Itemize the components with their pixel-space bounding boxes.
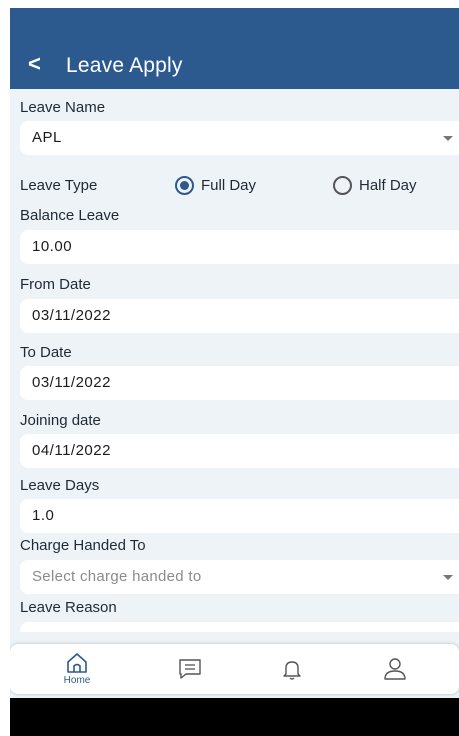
balance-leave-field[interactable]: 10.00 bbox=[20, 230, 459, 264]
user-icon bbox=[384, 658, 406, 680]
leave-type-label: Leave Type bbox=[20, 177, 98, 194]
leave-reason-field[interactable] bbox=[20, 622, 459, 632]
balance-leave-label: Balance Leave bbox=[20, 207, 120, 224]
joining-date-field[interactable]: 04/11/2022 bbox=[20, 434, 459, 468]
charge-handed-to-placeholder: Select charge handed to bbox=[32, 568, 202, 585]
nav-profile[interactable] bbox=[375, 644, 415, 694]
from-date-field[interactable]: 03/11/2022 bbox=[20, 299, 459, 333]
leave-days-value: 1.0 bbox=[32, 507, 55, 524]
from-date-value: 03/11/2022 bbox=[32, 307, 111, 324]
leave-name-dropdown[interactable]: APL bbox=[20, 121, 459, 155]
dropdown-caret-icon bbox=[443, 575, 453, 580]
charge-handed-to-dropdown[interactable]: Select charge handed to bbox=[20, 560, 459, 594]
radio-unselected-icon[interactable] bbox=[333, 176, 352, 195]
leave-name-label: Leave Name bbox=[20, 99, 106, 116]
to-date-value: 03/11/2022 bbox=[32, 374, 111, 391]
home-icon bbox=[67, 653, 87, 673]
nav-home-label: Home bbox=[63, 675, 91, 686]
back-button[interactable]: < bbox=[28, 52, 41, 76]
leave-days-field[interactable]: 1.0 bbox=[20, 499, 459, 533]
nav-home[interactable]: Home bbox=[52, 644, 102, 694]
full-day-label: Full Day bbox=[201, 176, 257, 194]
leave-name-value: APL bbox=[32, 129, 62, 146]
radio-selected-icon[interactable] bbox=[175, 176, 194, 195]
balance-leave-value: 10.00 bbox=[32, 238, 73, 255]
joining-date-value: 04/11/2022 bbox=[32, 442, 111, 459]
app-header: < Leave Apply bbox=[10, 8, 459, 89]
nav-messages[interactable] bbox=[170, 644, 210, 694]
bell-icon bbox=[283, 661, 301, 680]
radio-half-day[interactable]: Half Day bbox=[333, 176, 417, 195]
bottom-nav: Home bbox=[10, 644, 459, 694]
dropdown-caret-icon bbox=[443, 136, 453, 141]
charge-handed-to-label: Charge Handed To bbox=[20, 537, 146, 554]
message-icon bbox=[179, 659, 201, 679]
joining-date-label: Joining date bbox=[20, 412, 101, 429]
system-navigation-bar bbox=[10, 698, 459, 736]
to-date-field[interactable]: 03/11/2022 bbox=[20, 366, 459, 400]
page-title: Leave Apply bbox=[66, 54, 183, 77]
from-date-label: From Date bbox=[20, 276, 91, 293]
leave-days-label: Leave Days bbox=[20, 477, 100, 494]
app-screen: < Leave Apply Leave Name APL Leave Type … bbox=[10, 8, 459, 698]
nav-notifications[interactable] bbox=[272, 644, 312, 694]
radio-full-day[interactable]: Full Day bbox=[175, 176, 256, 195]
leave-reason-label: Leave Reason bbox=[20, 599, 117, 616]
half-day-label: Half Day bbox=[359, 176, 417, 194]
to-date-label: To Date bbox=[20, 344, 72, 361]
